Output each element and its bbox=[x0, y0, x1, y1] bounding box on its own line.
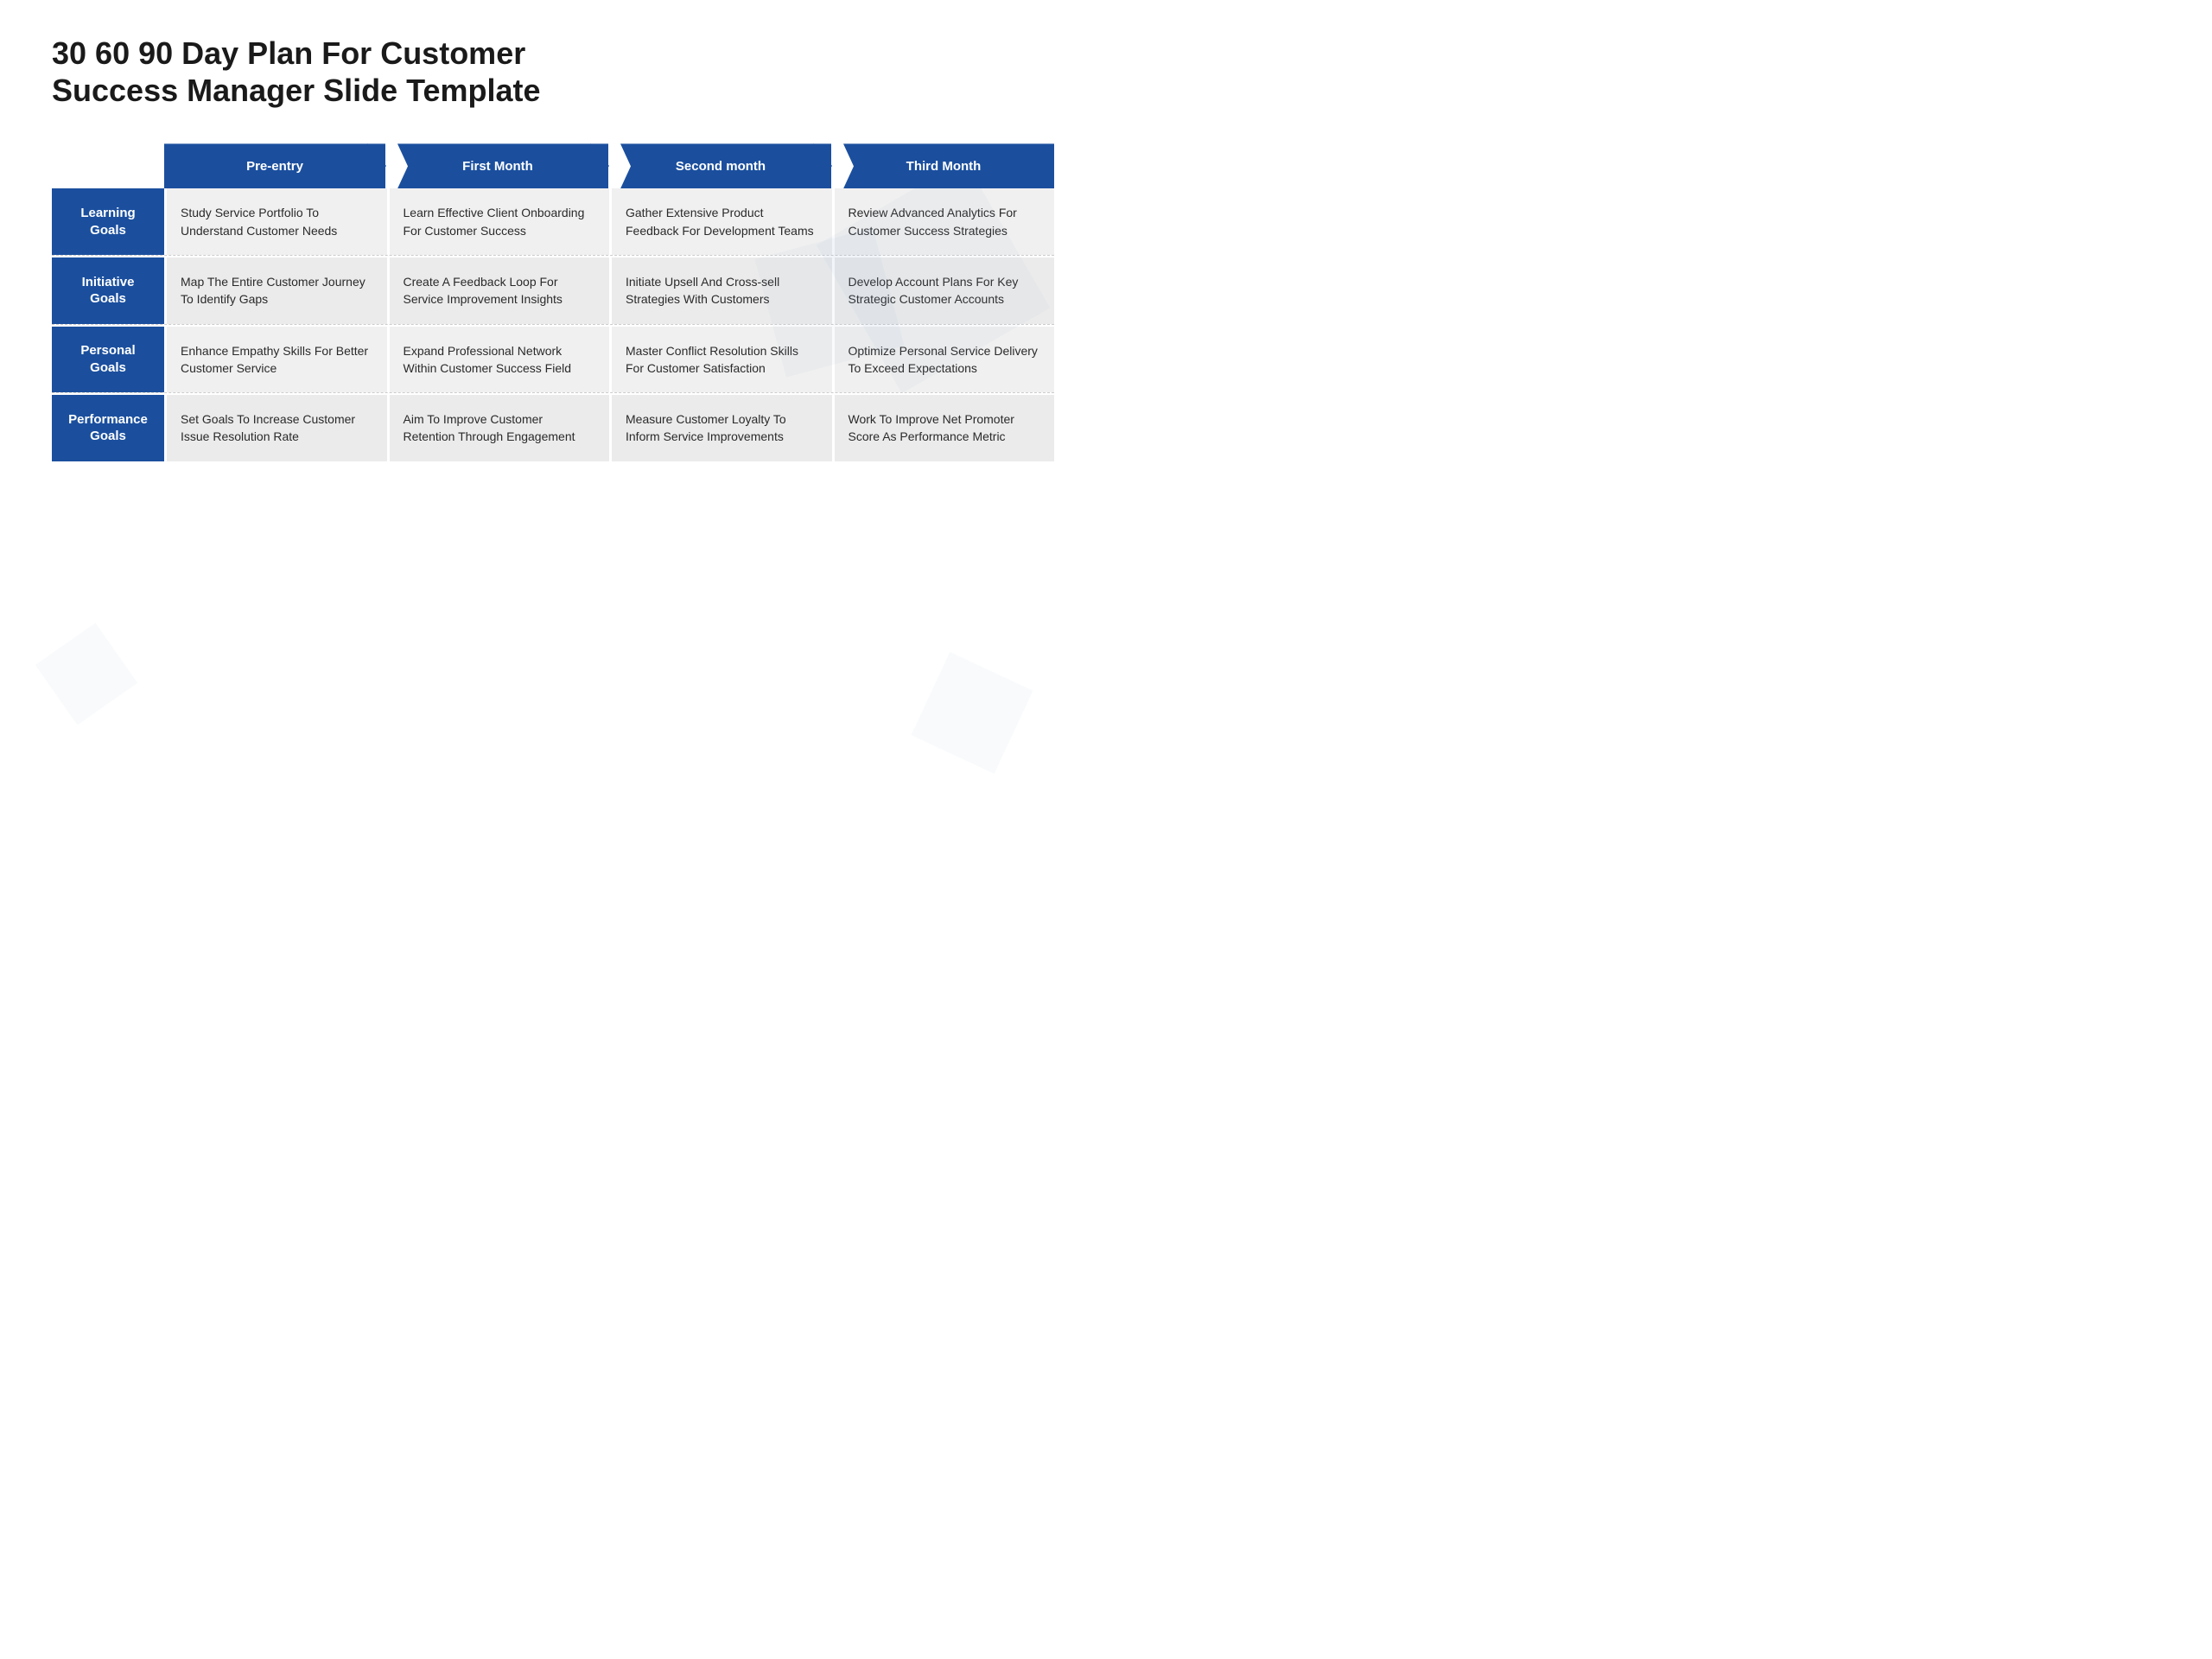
cell-performance-goals-first-month: Aim To Improve Customer Retention Throug… bbox=[387, 395, 610, 461]
cell-initiative-goals-pre-entry: Map The Entire Customer Journey To Ident… bbox=[164, 257, 387, 324]
cell-learning-goals-pre-entry: Study Service Portfolio To Understand Cu… bbox=[164, 188, 387, 255]
page-title: 30 60 90 Day Plan For Customer Success M… bbox=[52, 35, 657, 109]
cell-personal-goals-pre-entry: Enhance Empathy Skills For Better Custom… bbox=[164, 327, 387, 393]
cell-performance-goals-second-month: Measure Customer Loyalty To Inform Servi… bbox=[609, 395, 832, 461]
table-row-performance-goals: Performance GoalsSet Goals To Increase C… bbox=[52, 395, 1054, 461]
header-label-first-month: First Month bbox=[462, 159, 533, 174]
header-col-second-month: Second month bbox=[610, 143, 831, 188]
header-label-third-month: Third Month bbox=[906, 159, 982, 174]
header-row: Pre-entry First Month Second month Third Mo… bbox=[164, 143, 1054, 188]
cell-personal-goals-first-month: Expand Professional Network Within Custo… bbox=[387, 327, 610, 393]
header-label-pre-entry: Pre-entry bbox=[246, 159, 303, 174]
header-col-pre-entry: Pre-entry bbox=[164, 143, 385, 188]
cell-learning-goals-second-month: Gather Extensive Product Feedback For De… bbox=[609, 188, 832, 255]
row-label-learning-goals: Learning Goals bbox=[52, 188, 164, 255]
header-col-third-month: Third Month bbox=[833, 143, 1054, 188]
cell-learning-goals-first-month: Learn Effective Client Onboarding For Cu… bbox=[387, 188, 610, 255]
cell-initiative-goals-first-month: Create A Feedback Loop For Service Impro… bbox=[387, 257, 610, 324]
row-label-initiative-goals: Initiative Goals bbox=[52, 257, 164, 324]
header-col-first-month: First Month bbox=[387, 143, 608, 188]
row-label-performance-goals: Performance Goals bbox=[52, 395, 164, 461]
row-label-personal-goals: Personal Goals bbox=[52, 327, 164, 393]
header-label-second-month: Second month bbox=[676, 159, 766, 174]
cell-performance-goals-pre-entry: Set Goals To Increase Customer Issue Res… bbox=[164, 395, 387, 461]
cell-performance-goals-third-month: Work To Improve Net Promoter Score As Pe… bbox=[832, 395, 1055, 461]
